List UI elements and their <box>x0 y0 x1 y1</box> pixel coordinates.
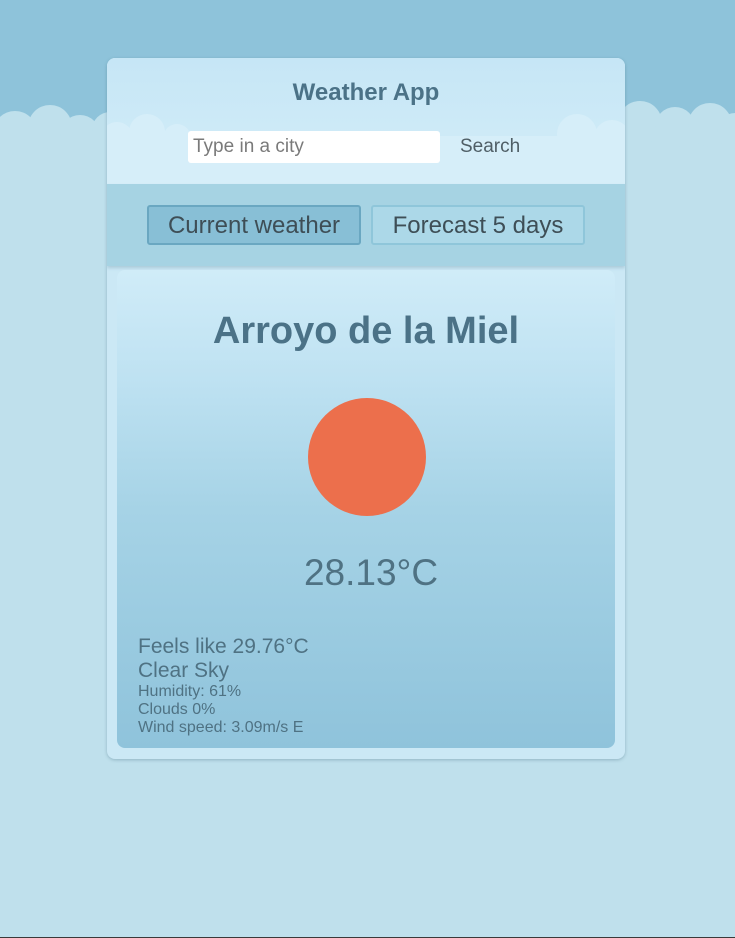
weather-description: Clear Sky <box>138 659 230 682</box>
feels-like: Feels like 29.76°C <box>138 635 309 658</box>
weather-details: Feels like 29.76°C Clear Sky Humidity: 6… <box>138 635 309 737</box>
wind-speed: Wind speed: 3.09m/s E <box>138 719 304 736</box>
sun-icon <box>308 398 426 516</box>
tab-forecast-5-days[interactable]: Forecast 5 days <box>371 205 585 245</box>
app-header: Weather App Search <box>107 58 625 184</box>
temperature: 28.13°C <box>303 552 439 593</box>
app-title: Weather App <box>292 79 440 106</box>
clouds: Clouds 0% <box>138 701 216 718</box>
humidity: Humidity: 61% <box>138 683 242 700</box>
tab-current-weather[interactable]: Current weather <box>147 205 361 245</box>
weather-app-card: Weather App Search Current weather Forec… <box>107 58 625 759</box>
city-search-input[interactable] <box>188 131 440 163</box>
search-button[interactable]: Search <box>452 131 532 163</box>
city-name: Arroyo de la Miel <box>212 310 520 352</box>
tab-bar: Current weather Forecast 5 days <box>107 184 625 266</box>
current-weather-panel: Arroyo de la Miel 28.13°C Feels like 29.… <box>117 270 615 748</box>
